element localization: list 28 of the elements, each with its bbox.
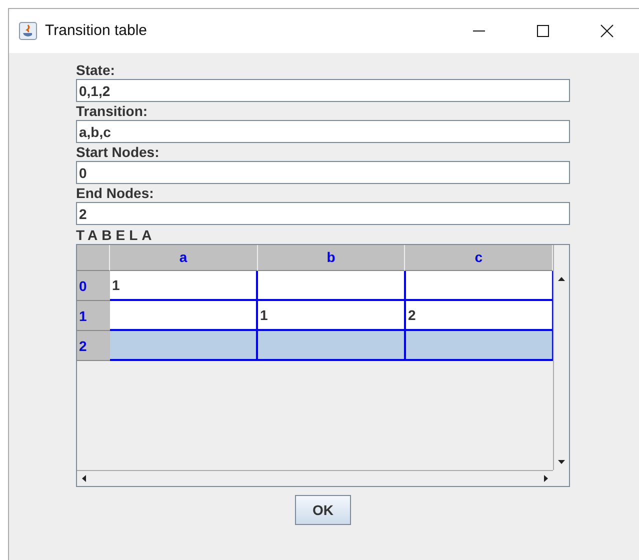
- table-title: TABELA: [76, 227, 157, 244]
- table-cell[interactable]: [110, 331, 258, 361]
- field-label: State:: [76, 62, 116, 79]
- input-field[interactable]: 0,1,2: [76, 79, 570, 102]
- row-header: 2: [77, 331, 110, 361]
- field-label: Transition:: [76, 103, 149, 120]
- window-title: Transition table: [45, 20, 147, 41]
- column-header[interactable]: a: [110, 245, 258, 271]
- row-header: 0: [77, 271, 110, 301]
- table-cell[interactable]: [258, 331, 406, 361]
- table-cell[interactable]: [258, 271, 406, 301]
- header-corner: [77, 245, 110, 271]
- table-cell[interactable]: 2: [406, 301, 554, 331]
- field-label: Start Nodes:: [76, 144, 160, 161]
- input-field[interactable]: 0: [76, 161, 570, 184]
- table-cell[interactable]: 1: [258, 301, 406, 331]
- table-cell[interactable]: [406, 271, 554, 301]
- table-cell[interactable]: [406, 331, 554, 361]
- column-header[interactable]: c: [405, 245, 553, 271]
- table-cell[interactable]: [110, 301, 258, 331]
- table-cell[interactable]: 1: [110, 271, 258, 301]
- input-field[interactable]: 2: [76, 202, 570, 225]
- app-icon: [19, 22, 37, 40]
- row-header: 1: [77, 301, 110, 331]
- column-header[interactable]: b: [258, 245, 406, 271]
- ok-button[interactable]: OK: [295, 495, 351, 525]
- field-label: End Nodes:: [76, 185, 155, 202]
- input-field[interactable]: a,b,c: [76, 120, 570, 143]
